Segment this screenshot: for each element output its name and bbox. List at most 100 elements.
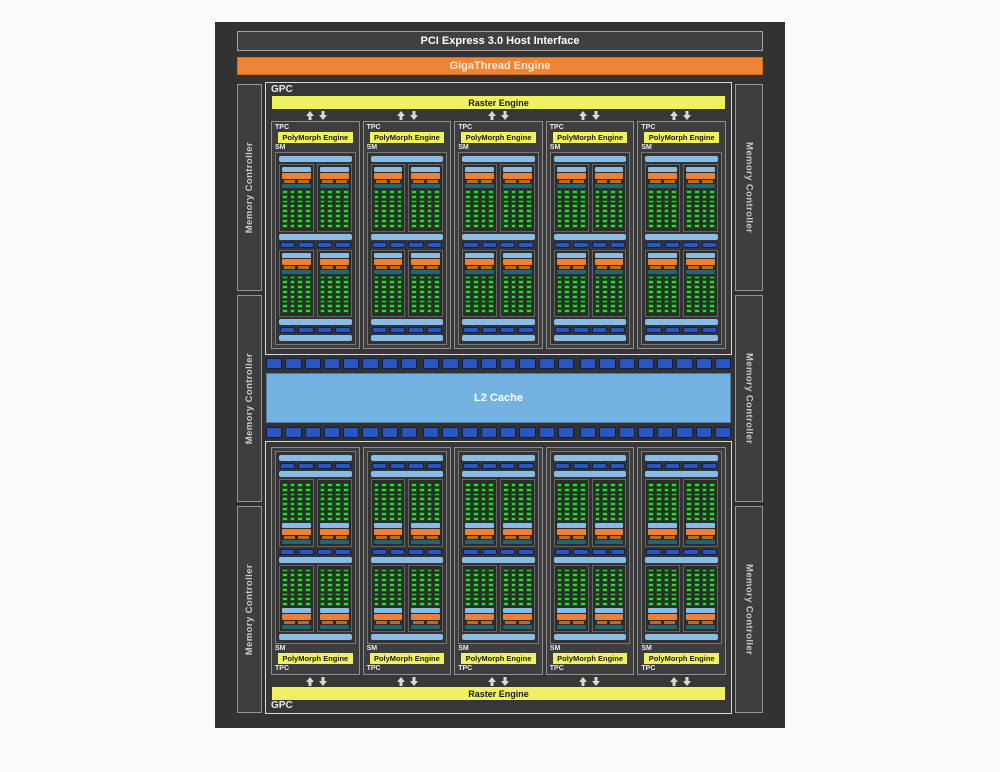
sm-processing-block [683, 479, 718, 547]
cuda-core [671, 290, 677, 294]
cuda-core [327, 483, 333, 487]
cuda-core [290, 195, 296, 199]
cuda-core [709, 512, 715, 516]
dispatch-unit [610, 266, 621, 269]
cuda-core [282, 290, 288, 294]
cuda-core [557, 209, 563, 213]
gpc-label: GPC [271, 700, 726, 712]
dispatch-unit [481, 621, 492, 624]
cuda-core [397, 285, 403, 289]
arrow-pair [544, 676, 635, 686]
cuda-core [694, 512, 700, 516]
instruction-buffer-bar [411, 167, 440, 172]
cuda-core [411, 280, 417, 284]
cuda-core [488, 209, 494, 213]
register-file-bar [648, 184, 677, 188]
cuda-core [702, 517, 708, 521]
cuda-core [702, 602, 708, 606]
cuda-core [572, 578, 578, 582]
cuda-core [389, 295, 395, 299]
cuda-core [709, 224, 715, 228]
dispatch-unit [413, 266, 424, 269]
cuda-core [610, 583, 616, 587]
cuda-core [557, 497, 563, 501]
dispatch-unit [467, 621, 478, 624]
cuda-core [320, 190, 326, 194]
cuda-core [327, 285, 333, 289]
cuda-core [327, 588, 333, 592]
warp-scheduler-bar [465, 614, 494, 620]
cuda-core [702, 285, 708, 289]
instruction-buffer-bar [411, 523, 440, 528]
ldst-unit [592, 327, 607, 333]
cuda-core [580, 285, 586, 289]
cuda-core [465, 573, 471, 577]
ldst-unit-row [371, 463, 444, 469]
cuda-core [511, 304, 517, 308]
cuda-core [702, 507, 708, 511]
cuda-core [327, 573, 333, 577]
cuda-core [297, 204, 303, 208]
cuda-core [686, 224, 692, 228]
cuda-core [580, 219, 586, 223]
cuda-core [648, 597, 654, 601]
dispatch-unit-row [374, 621, 403, 624]
cuda-core [481, 517, 487, 521]
cuda-core [664, 204, 670, 208]
cuda-core-grid [686, 275, 715, 315]
dispatch-unit [413, 536, 424, 539]
cuda-core [686, 573, 692, 577]
register-file-bar [374, 625, 403, 629]
cuda-core [305, 280, 311, 284]
cuda-core [656, 209, 662, 213]
instruction-cache-bar [462, 156, 535, 162]
register-file-bar [503, 184, 532, 188]
crossbar-segment [462, 358, 478, 369]
cuda-core [488, 597, 494, 601]
cuda-core-grid [465, 189, 494, 229]
cuda-core [602, 195, 608, 199]
cuda-core [511, 309, 517, 313]
cuda-core [526, 488, 532, 492]
cuda-core [335, 497, 341, 501]
sm-processing-block [645, 250, 680, 318]
dispatch-unit [702, 536, 713, 539]
cuda-core [465, 569, 471, 573]
cuda-core [511, 214, 517, 218]
cuda-core [305, 512, 311, 516]
cuda-core [709, 309, 715, 313]
cuda-core [648, 219, 654, 223]
cuda-core [397, 200, 403, 204]
cuda-core [488, 507, 494, 511]
cuda-core [481, 204, 487, 208]
cuda-core [305, 190, 311, 194]
cuda-core [518, 214, 524, 218]
cuda-core [518, 583, 524, 587]
cuda-core [648, 304, 654, 308]
cuda-core [481, 497, 487, 501]
cuda-core [419, 309, 425, 313]
cuda-core [465, 200, 471, 204]
cuda-core [481, 493, 487, 497]
cuda-core [694, 219, 700, 223]
instruction-buffer-bar [320, 167, 349, 172]
warp-scheduler-bar [282, 173, 311, 179]
cuda-core [397, 290, 403, 294]
cuda-core [381, 304, 387, 308]
ldst-unit [408, 242, 423, 248]
sm-processing-block [371, 164, 406, 232]
cuda-core [473, 588, 479, 592]
cuda-core [389, 224, 395, 228]
cuda-core [656, 204, 662, 208]
cuda-core [343, 512, 349, 516]
cuda-core [434, 290, 440, 294]
cuda-core [320, 593, 326, 597]
cuda-core [503, 493, 509, 497]
ldst-unit [390, 463, 405, 469]
cuda-core [656, 493, 662, 497]
cuda-core [602, 214, 608, 218]
cuda-core [702, 588, 708, 592]
cuda-core [343, 195, 349, 199]
crossbar-segment [266, 358, 282, 369]
cuda-core [610, 507, 616, 511]
